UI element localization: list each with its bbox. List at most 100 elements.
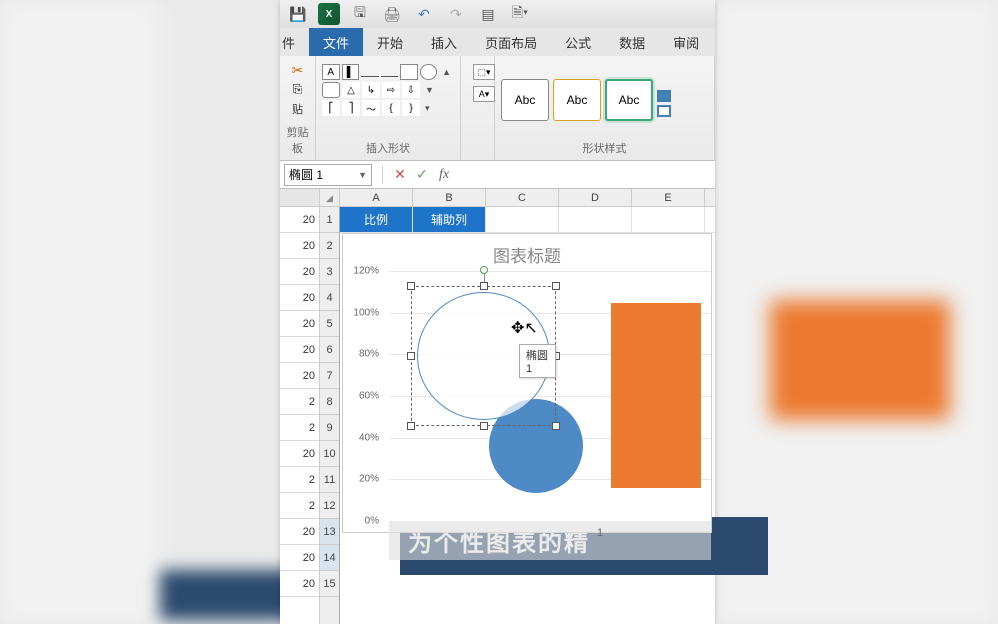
shape-lbracket[interactable]: ⎡ bbox=[322, 100, 340, 116]
grid-cells[interactable]: 比例 辅助列 图表标题 120% 100% 80% 60% bbox=[340, 207, 715, 624]
shape-rbrace[interactable]: } bbox=[402, 100, 420, 116]
resize-handle-br[interactable] bbox=[552, 422, 560, 430]
shape-rect[interactable] bbox=[400, 64, 418, 80]
col-header-e[interactable]: E bbox=[632, 189, 705, 206]
shape-rounded[interactable] bbox=[322, 82, 340, 98]
shapes-more-3[interactable]: ▾ bbox=[422, 103, 433, 114]
chart-title[interactable]: 图表标题 bbox=[343, 234, 711, 271]
chart-plot-area[interactable]: 120% 100% 80% 60% 40% 20% 0% bbox=[389, 271, 711, 521]
cut-icon[interactable]: ✂ bbox=[292, 62, 304, 79]
resize-handle-bl[interactable] bbox=[407, 422, 415, 430]
ribbon-body: ✂ ⎘ 贴 剪贴板 A ▌ ▲ △ ↳ ⇨ bbox=[280, 56, 715, 161]
row-header[interactable]: 13 bbox=[320, 519, 339, 545]
shape-arrow-down[interactable]: ⇩ bbox=[402, 82, 420, 98]
paste-button[interactable]: 贴 bbox=[292, 101, 303, 117]
tab-formulas[interactable]: 公式 bbox=[551, 28, 605, 56]
row-header[interactable]: 12 bbox=[320, 493, 339, 519]
shape-curve[interactable]: ～ bbox=[362, 100, 380, 116]
shape-rbracket[interactable]: ⎤ bbox=[342, 100, 360, 116]
col-header-c[interactable]: C bbox=[486, 189, 559, 206]
inserted-ellipse-shape[interactable]: ✥↖ 椭圆 1 bbox=[411, 286, 556, 426]
confirm-button[interactable]: ✓ bbox=[411, 164, 433, 186]
style-preset-2[interactable]: Abc bbox=[553, 79, 601, 121]
col-header-a[interactable]: A bbox=[340, 189, 413, 206]
shape-line[interactable] bbox=[361, 76, 378, 77]
rotate-handle[interactable] bbox=[480, 266, 488, 274]
group-label-insert-shape: 插入形状 bbox=[322, 136, 454, 156]
row-header[interactable]: 11 bbox=[320, 467, 339, 493]
formula-bar: 椭圆 1 ▼ ✕ ✓ fx bbox=[280, 161, 715, 189]
formula-input[interactable] bbox=[455, 164, 715, 186]
copy-icon[interactable]: ⎘ bbox=[293, 82, 303, 97]
resize-handle-lm[interactable] bbox=[407, 352, 415, 360]
row-header[interactable]: 8 bbox=[320, 389, 339, 415]
cell-c1[interactable] bbox=[486, 207, 559, 232]
row-header[interactable]: 15 bbox=[320, 571, 339, 597]
name-box[interactable]: 椭圆 1 ▼ bbox=[284, 164, 372, 186]
tab-page-layout[interactable]: 页面布局 bbox=[471, 28, 551, 56]
undo-icon[interactable]: ↶ bbox=[412, 4, 436, 24]
fill-color-button[interactable] bbox=[657, 90, 671, 102]
tab-insert[interactable]: 插入 bbox=[417, 28, 471, 56]
cell-b1[interactable]: 辅助列 bbox=[413, 207, 486, 232]
resize-handle-tr[interactable] bbox=[552, 282, 560, 290]
shape-lbrace[interactable]: { bbox=[382, 100, 400, 116]
print-icon[interactable]: 🖨 bbox=[380, 4, 404, 24]
tab-partial[interactable]: 件 bbox=[280, 28, 309, 56]
name-box-dropdown[interactable]: ▼ bbox=[358, 170, 367, 180]
shape-oval[interactable] bbox=[420, 64, 438, 80]
save-alt-icon[interactable]: 🖫 bbox=[348, 4, 372, 24]
col-header-d[interactable]: D bbox=[559, 189, 632, 206]
style-dropdown-2[interactable]: A▾ bbox=[473, 86, 495, 102]
row-headers: 1 2 3 4 5 6 7 8 9 10 11 12 13 14 15 bbox=[320, 207, 340, 624]
worksheet[interactable]: ◢ A B C D E 20 20 20 20 20 20 20 2 2 20 … bbox=[280, 189, 715, 624]
shapes-more-1[interactable]: ▲ bbox=[439, 67, 454, 77]
shape-textbox-v[interactable]: ▌ bbox=[342, 64, 360, 80]
resize-handle-tl[interactable] bbox=[407, 282, 415, 290]
group-label-clipboard: 剪贴板 bbox=[286, 120, 309, 156]
redo-icon[interactable]: ↷ bbox=[444, 4, 468, 24]
partial-col-header bbox=[280, 189, 320, 206]
shapes-more-2[interactable]: ▼ bbox=[422, 85, 437, 95]
name-box-value: 椭圆 1 bbox=[289, 166, 358, 183]
cancel-button[interactable]: ✕ bbox=[389, 164, 411, 186]
row-header[interactable]: 4 bbox=[320, 285, 339, 311]
row-header[interactable]: 1 bbox=[320, 207, 339, 233]
excel-window: 💾 X 🖫 🖨 ↶ ↷ ▤ 🗎▾ 件 文件 开始 插入 页面布局 公式 数据 审… bbox=[280, 0, 715, 624]
resize-handle-bm[interactable] bbox=[480, 422, 488, 430]
row-header[interactable]: 6 bbox=[320, 337, 339, 363]
excel-app-icon: X bbox=[318, 3, 340, 25]
tab-data[interactable]: 数据 bbox=[605, 28, 659, 56]
outline-color-button[interactable] bbox=[657, 105, 671, 117]
chart-object[interactable]: 图表标题 120% 100% 80% 60% 40% 20% 0% bbox=[342, 233, 712, 533]
row-header[interactable]: 3 bbox=[320, 259, 339, 285]
fx-button[interactable]: fx bbox=[433, 167, 455, 183]
tab-home[interactable]: 开始 bbox=[363, 28, 417, 56]
style-dropdown-1[interactable]: ⬚▾ bbox=[473, 64, 495, 80]
style-preset-3[interactable]: Abc bbox=[605, 79, 653, 121]
page-icon[interactable]: ▤ bbox=[476, 4, 500, 24]
row-header[interactable]: 14 bbox=[320, 545, 339, 571]
cell-e1[interactable] bbox=[632, 207, 705, 232]
shape-textbox[interactable]: A bbox=[322, 64, 340, 80]
resize-handle-tm[interactable] bbox=[480, 282, 488, 290]
cell-a1[interactable]: 比例 bbox=[340, 207, 413, 232]
row-header[interactable]: 5 bbox=[320, 311, 339, 337]
cell-d1[interactable] bbox=[559, 207, 632, 232]
col-header-b[interactable]: B bbox=[413, 189, 486, 206]
tab-file[interactable]: 文件 bbox=[309, 28, 363, 56]
preview-icon[interactable]: 🗎▾ bbox=[508, 4, 532, 24]
row-header[interactable]: 10 bbox=[320, 441, 339, 467]
shape-triangle[interactable]: △ bbox=[342, 82, 360, 98]
chart-series-bar[interactable] bbox=[611, 303, 701, 488]
shape-arrow-right[interactable]: ⇨ bbox=[382, 82, 400, 98]
row-header[interactable]: 2 bbox=[320, 233, 339, 259]
shape-connector[interactable]: ↳ bbox=[362, 82, 380, 98]
tab-review[interactable]: 审阅 bbox=[659, 28, 713, 56]
save-icon[interactable]: 💾 bbox=[286, 4, 310, 24]
row-header[interactable]: 7 bbox=[320, 363, 339, 389]
row-header[interactable]: 9 bbox=[320, 415, 339, 441]
select-all-corner[interactable]: ◢ bbox=[320, 189, 340, 206]
style-preset-1[interactable]: Abc bbox=[501, 79, 549, 121]
shape-arrow[interactable] bbox=[381, 76, 398, 77]
